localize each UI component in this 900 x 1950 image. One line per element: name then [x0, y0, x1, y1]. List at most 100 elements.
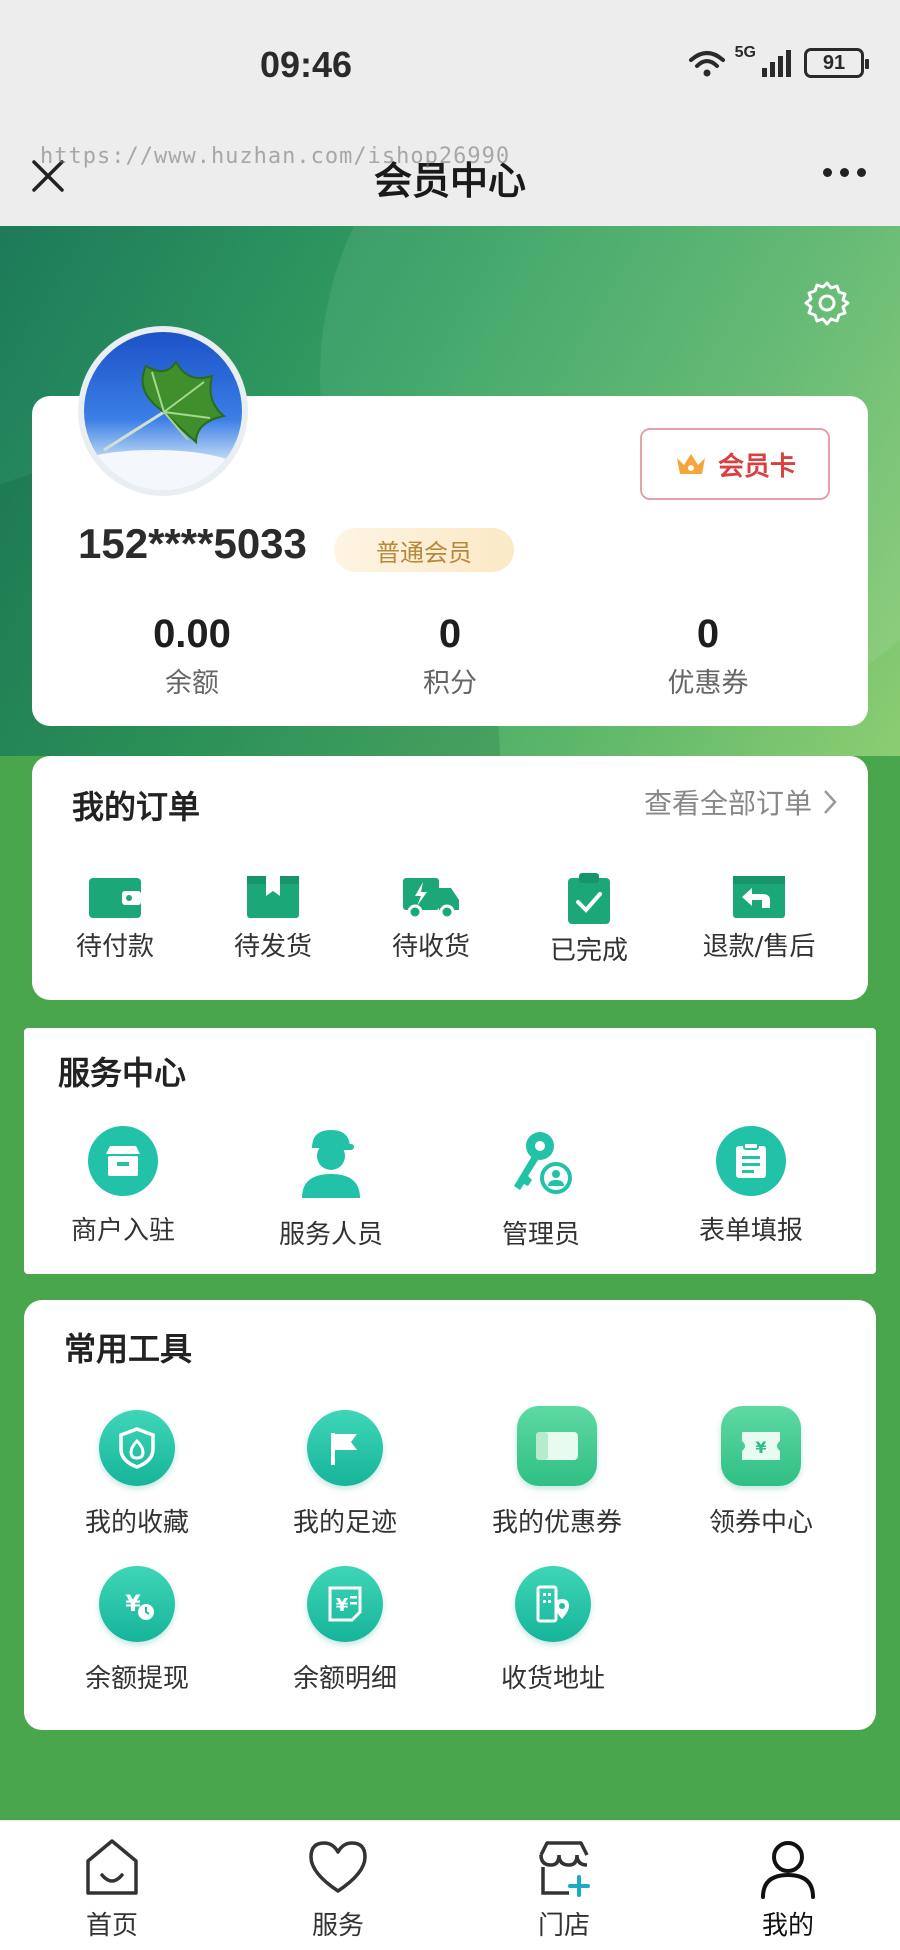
- wifi-icon: [688, 51, 725, 77]
- status-icons: 5G 91: [687, 44, 869, 78]
- tool-label: 收货地址: [500, 1664, 605, 1694]
- order-label: 退款/售后: [702, 932, 816, 962]
- box-icon: [247, 876, 299, 918]
- key-user-icon: [514, 1132, 572, 1194]
- heart-icon: [309, 1841, 367, 1893]
- orders-card: 我的订单 查看全部订单 待付款 待发货 待收货 已完成 退款/售后: [32, 756, 868, 1000]
- service-label: 表单填报: [698, 1216, 803, 1246]
- status-bar: 09:46 5G 91: [0, 0, 900, 130]
- member-level-badge: 普通会员: [334, 528, 514, 572]
- form-icon: [716, 1126, 786, 1196]
- favorite-shield-icon: [99, 1410, 175, 1486]
- tool-label: 余额提现: [84, 1664, 189, 1694]
- coupon-center-icon: ¥: [721, 1406, 801, 1486]
- chevron-right-icon: [824, 790, 837, 814]
- svg-text:¥: ¥: [336, 1595, 349, 1616]
- coupon-icon: [517, 1406, 597, 1486]
- tab-service[interactable]: 服务: [268, 1837, 408, 1942]
- service-label: 商户入驻: [70, 1216, 175, 1246]
- network-label: 5G: [734, 44, 756, 61]
- tool-shipping-address[interactable]: 收货地址: [478, 1566, 628, 1695]
- service-merchant-join[interactable]: 商户入驻: [48, 1126, 198, 1247]
- tool-label: 我的收藏: [84, 1508, 189, 1538]
- tab-home[interactable]: 首页: [42, 1837, 182, 1942]
- tool-label: 我的优惠券: [491, 1508, 622, 1538]
- staff-icon: [302, 1130, 360, 1198]
- tool-label: 余额明细: [292, 1664, 397, 1694]
- stat-coupons[interactable]: 0 优惠券: [608, 612, 808, 700]
- tab-label: 我的: [761, 1911, 814, 1941]
- more-dot-icon: [823, 168, 832, 177]
- stat-label: 余额: [165, 668, 219, 699]
- view-all-orders-link[interactable]: 查看全部订单: [644, 782, 838, 822]
- withdraw-icon: ¥: [99, 1566, 175, 1642]
- home-icon: [86, 1839, 138, 1895]
- signal-icon: [762, 50, 791, 77]
- tab-label: 服务: [311, 1911, 364, 1941]
- battery-icon: 91: [804, 48, 869, 78]
- status-time: 09:46: [260, 44, 353, 85]
- tool-my-coupons[interactable]: 我的优惠券: [462, 1406, 652, 1539]
- order-refund-aftersale[interactable]: 退款/售后: [684, 872, 834, 963]
- vip-card-button[interactable]: 会员卡: [640, 428, 830, 500]
- order-label: 待收货: [391, 932, 470, 962]
- tab-label: 首页: [85, 1911, 138, 1941]
- flag-icon: [307, 1410, 383, 1486]
- tool-label: 我的足迹: [292, 1508, 397, 1538]
- tab-label: 门店: [537, 1911, 590, 1941]
- stat-value: 0: [696, 612, 720, 656]
- stat-balance[interactable]: 0.00 余额: [92, 612, 292, 700]
- order-pending-payment[interactable]: 待付款: [60, 872, 170, 963]
- crown-icon: [676, 454, 705, 474]
- service-admin[interactable]: 管理员: [466, 1126, 616, 1251]
- tab-store[interactable]: 门店: [494, 1837, 634, 1942]
- address-icon: [515, 1566, 591, 1642]
- svg-text:¥: ¥: [755, 1438, 766, 1457]
- store-icon: [88, 1126, 158, 1196]
- order-label: 待发货: [233, 932, 312, 962]
- stat-value: 0: [438, 612, 462, 656]
- order-pending-shipment[interactable]: 待发货: [218, 872, 328, 963]
- stat-points[interactable]: 0 积分: [350, 612, 550, 700]
- tool-coupon-center[interactable]: ¥ 领券中心: [686, 1406, 836, 1539]
- vip-card-label: 会员卡: [717, 451, 796, 482]
- service-staff[interactable]: 服务人员: [256, 1126, 406, 1251]
- tool-balance-detail[interactable]: ¥ 余额明细: [270, 1566, 420, 1695]
- member-phone: 152****5033: [78, 520, 307, 567]
- more-button[interactable]: [823, 168, 866, 177]
- more-dot-icon: [857, 168, 866, 177]
- bottom-tab-bar: 首页 服务 门店 我的: [0, 1820, 900, 1950]
- view-all-label: 查看全部订单: [643, 787, 812, 820]
- service-label: 服务人员: [278, 1220, 383, 1250]
- clipboard-check-icon: [568, 873, 610, 924]
- user-icon: [761, 1841, 815, 1899]
- more-dot-icon: [840, 168, 849, 177]
- order-label: 待付款: [75, 932, 154, 962]
- service-label: 管理员: [501, 1220, 580, 1250]
- service-title: 服务中心: [58, 1054, 187, 1092]
- tool-my-favorites[interactable]: 我的收藏: [62, 1410, 212, 1539]
- stat-label: 优惠券: [667, 668, 749, 699]
- balance-detail-icon: ¥: [307, 1566, 383, 1642]
- shop-icon: [539, 1841, 590, 1897]
- order-label: 已完成: [549, 936, 628, 966]
- stat-value: 0.00: [153, 612, 231, 656]
- truck-icon: [403, 878, 459, 920]
- order-pending-receipt[interactable]: 待收货: [376, 872, 486, 963]
- nav-bar: 会员中心 https://www.huzhan.com/ishop26990: [0, 130, 900, 226]
- orders-title: 我的订单: [72, 788, 201, 826]
- tool-my-footprints[interactable]: 我的足迹: [270, 1410, 420, 1539]
- tool-label: 领券中心: [708, 1508, 813, 1538]
- tab-mine[interactable]: 我的: [718, 1837, 858, 1942]
- wallet-icon: [89, 878, 141, 918]
- avatar[interactable]: [78, 326, 248, 496]
- tools-card: 常用工具 我的收藏 我的足迹 我的优惠券 ¥ 领券中心 ¥ 余额提现 ¥ 余额明…: [24, 1300, 876, 1730]
- watermark-url: https://www.huzhan.com/ishop26990: [40, 144, 511, 169]
- leaf-avatar-icon: [84, 360, 242, 490]
- stat-label: 积分: [423, 668, 477, 699]
- settings-gear-icon[interactable]: [804, 280, 850, 326]
- tool-balance-withdraw[interactable]: ¥ 余额提现: [62, 1566, 212, 1695]
- service-form-fill[interactable]: 表单填报: [676, 1126, 826, 1247]
- order-completed[interactable]: 已完成: [534, 872, 644, 967]
- service-center-card: 服务中心 商户入驻 服务人员 管理员 表单填报: [24, 1028, 876, 1274]
